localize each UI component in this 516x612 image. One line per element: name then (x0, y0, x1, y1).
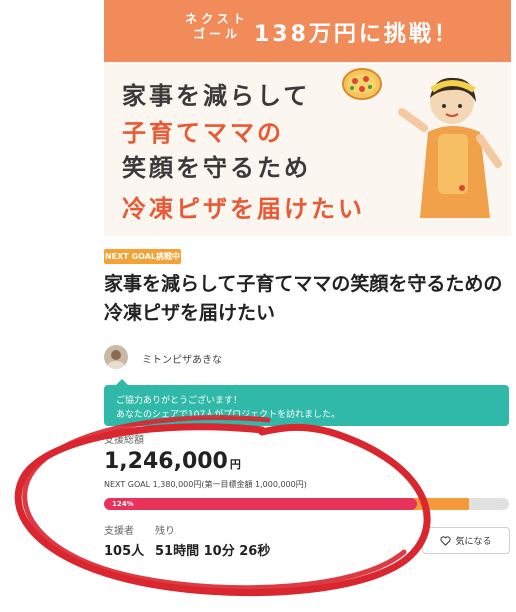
project-title: 家事を減らして子育てママの笑顔を守るための冷凍ピザを届けたい (104, 273, 503, 324)
hero-line-1: 家事を減らして (122, 82, 311, 110)
next-goal-line: NEXT GOAL 1,380,000円(第一目標金額 1,000,000円) (104, 479, 307, 490)
progress-percent: 124% (112, 500, 134, 508)
next-goal-text: 1,380,000円(第一目標金額 1,000,000円) (152, 480, 307, 489)
avatar[interactable] (104, 345, 128, 369)
owner-name[interactable]: ミトンピザあきな (142, 351, 222, 366)
remaining-label: 残り (155, 526, 175, 537)
hero-goal-banner: ネクスト ゴール 138万円に挑戦！ (104, 0, 511, 62)
mom-illustration-icon (398, 77, 502, 218)
remaining-value: 51時間 10分 26秒 (155, 544, 271, 559)
total-unit: 円 (229, 458, 241, 471)
progress-bar: 124% (104, 498, 509, 510)
hero-next-goal-label: ネクスト ゴール (185, 12, 249, 41)
next-goal-label: NEXT GOAL (104, 480, 151, 489)
notice-line-1: ご協力ありがとうございます！ (116, 396, 243, 406)
hero-goal-text: 138万円に挑戦！ (254, 22, 459, 47)
total-label: 支援総額 (104, 435, 144, 446)
owner-avatar-icon (104, 345, 128, 369)
supporters-value: 105人 (104, 544, 145, 559)
total-amount-row: 1,246,000 円 (104, 449, 241, 474)
supporters-label: 支援者 (104, 526, 134, 537)
hero-image: ネクスト ゴール 138万円に挑戦！ 家事を減らして 子育てママの 笑顔を守るた… (104, 0, 511, 236)
favorite-button-label: 気になる (455, 537, 492, 547)
next-goal-tag: NEXT GOAL挑戦中 (104, 249, 181, 264)
hero-line-2: 子育てママの (122, 119, 284, 147)
favorite-button[interactable]: 気になる (422, 527, 510, 554)
total-amount: 1,246,000 (104, 449, 228, 474)
heart-icon (440, 535, 452, 546)
pizza-icon (342, 68, 382, 100)
hero-line-4: 冷凍ピザを届けたい (122, 195, 365, 223)
notice-line-2: あなたのシェアで107人がプロジェクトを訪れました。 (116, 410, 341, 420)
share-notice: ご協力ありがとうございます！ あなたのシェアで107人がプロジェクトを訪れました… (104, 379, 509, 426)
progress-bar-fill: 124% (104, 498, 418, 510)
hero-line-3: 笑顔を守るため (122, 154, 311, 182)
